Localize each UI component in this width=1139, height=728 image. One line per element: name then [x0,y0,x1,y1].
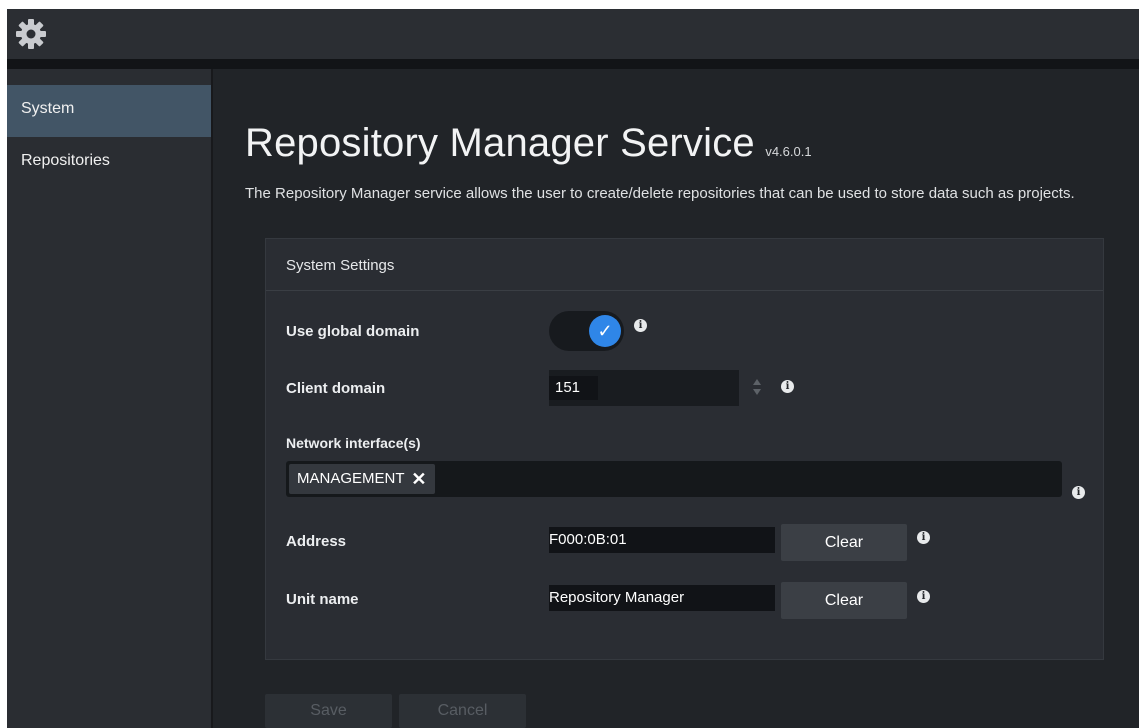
checkmark-icon: ✓ [589,315,621,347]
spinner-down-icon[interactable] [753,389,761,395]
app-window: System Repositories Repository Manager S… [7,9,1139,728]
client-domain-label: Client domain [286,380,386,397]
gear-icon[interactable] [15,18,47,50]
info-icon[interactable]: i [917,590,930,603]
client-domain-value: 151 [549,376,598,400]
tag-label: MANAGEMENT [297,470,405,487]
network-interfaces-input[interactable]: MANAGEMENT ✕ [286,461,1062,497]
spinner-up-icon[interactable] [753,379,761,385]
client-domain-spinner[interactable] [752,379,762,399]
unit-name-label: Unit name [286,591,359,608]
remove-tag-icon[interactable]: ✕ [411,464,426,494]
sidebar-item-label: System [21,100,75,117]
panel-title: System Settings [286,257,395,274]
page-title: Repository Manager Service [245,121,755,165]
address-label: Address [286,533,347,550]
info-icon[interactable]: i [634,319,647,332]
clear-unit-name-button[interactable]: Clear [781,582,907,619]
use-global-domain-label: Use global domain [286,323,420,340]
sidebar: System Repositories [7,69,212,728]
system-settings-panel: System Settings Use global domain ✓ i Cl… [265,238,1104,660]
top-bar-divider [7,59,1139,69]
main-content: Repository Manager Service v4.6.0.1 The … [213,69,1139,728]
network-interfaces-label: Network interface(s) [286,435,421,451]
clear-address-button[interactable]: Clear [781,524,907,561]
panel-header: System Settings [266,239,1103,291]
client-domain-input[interactable]: 151 [549,370,739,406]
sidebar-item-label: Repositories [21,152,110,169]
save-button[interactable]: Save [265,694,392,728]
unit-name-input[interactable]: Repository Manager [549,585,775,611]
address-input[interactable]: F000:0B:01 [549,527,775,553]
use-global-domain-toggle[interactable]: ✓ [549,311,624,351]
network-interface-tag: MANAGEMENT ✕ [289,464,435,494]
page-description: The Repository Manager service allows th… [245,185,1075,202]
cancel-button[interactable]: Cancel [399,694,526,728]
info-icon[interactable]: i [917,531,930,544]
sidebar-item-system[interactable]: System [7,85,211,137]
version-label: v4.6.0.1 [765,144,812,159]
sidebar-item-repositories[interactable]: Repositories [7,137,211,189]
top-bar [7,9,1139,59]
page-header: Repository Manager Service v4.6.0.1 [245,121,812,166]
info-icon[interactable]: i [781,380,794,393]
info-icon[interactable]: i [1072,486,1085,499]
